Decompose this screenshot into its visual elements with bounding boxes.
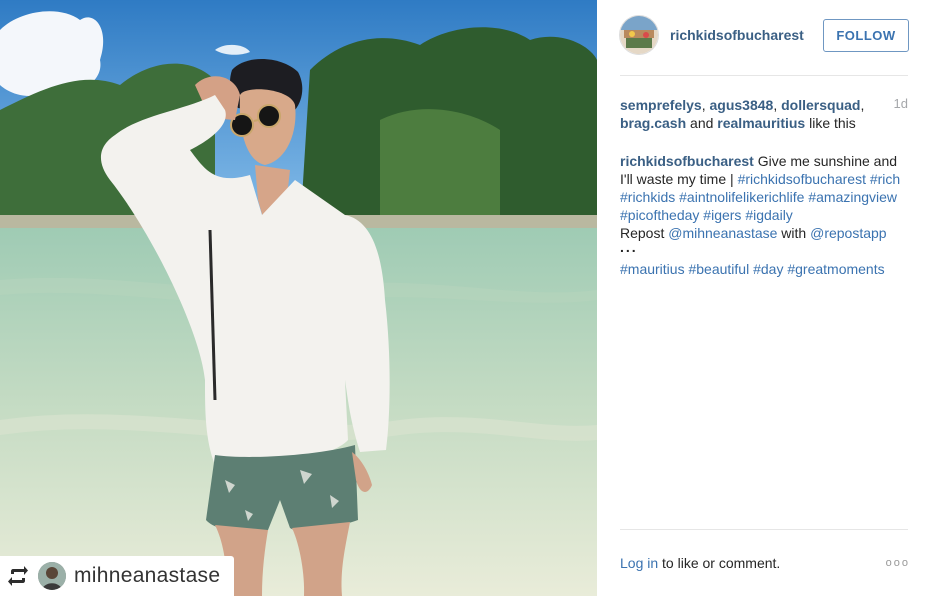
post-caption: richkidsofbucharest Give me sunshine and… xyxy=(620,152,910,278)
more-options-button[interactable]: ooo xyxy=(886,557,910,569)
repost-icon xyxy=(8,566,28,586)
hashtag-link[interactable]: #igers xyxy=(703,207,741,223)
beach-photo xyxy=(0,0,597,596)
follow-button[interactable]: FOLLOW xyxy=(823,18,909,52)
login-link[interactable]: Log in xyxy=(620,555,658,571)
hashtag-link[interactable]: #beautiful xyxy=(688,261,749,277)
caption-dots: ... xyxy=(620,239,638,255)
hashtag-link[interactable]: #rich xyxy=(870,171,900,187)
post-footer: Log in to like or comment. ooo xyxy=(620,555,910,571)
footer-divider xyxy=(620,529,908,530)
hashtag-link[interactable]: #igdaily xyxy=(745,207,792,223)
hashtag-link[interactable]: #mauritius xyxy=(620,261,685,277)
liker-link[interactable]: dollersquad xyxy=(781,97,860,113)
liker-link[interactable]: agus3848 xyxy=(710,97,774,113)
hashtag-link[interactable]: #aintnolifelikerichlife xyxy=(679,189,804,205)
login-prompt-text: to like or comment. xyxy=(658,555,781,571)
hashtag-link[interactable]: #picoftheday xyxy=(620,207,699,223)
liker-link[interactable]: realmauritius xyxy=(717,115,805,131)
account-name[interactable]: richkidsofbucharest xyxy=(670,27,804,43)
hashtag-link[interactable]: #richkids xyxy=(620,189,675,205)
liker-link[interactable]: semprefelys xyxy=(620,97,702,113)
hashtag-link[interactable]: #richkidsofbucharest xyxy=(738,171,866,187)
mention-link[interactable]: @repostapp xyxy=(810,225,886,241)
post-side-panel: richkidsofbucharest FOLLOW semprefelys, … xyxy=(597,0,925,596)
repost-badge[interactable]: mihneanastase xyxy=(0,556,235,596)
liker-link[interactable]: brag.cash xyxy=(620,115,686,131)
post-photo[interactable]: mihneanastase xyxy=(0,0,597,596)
hashtag-link[interactable]: #greatmoments xyxy=(787,261,884,277)
hashtag-link[interactable]: #day xyxy=(753,261,783,277)
with-word: with xyxy=(777,225,811,241)
post-header: richkidsofbucharest FOLLOW xyxy=(619,14,909,56)
hashtag-link[interactable]: #amazingview xyxy=(808,189,897,205)
caption-username[interactable]: richkidsofbucharest xyxy=(620,153,754,169)
likes-line: semprefelys, agus3848, dollersquad, brag… xyxy=(620,97,865,131)
mention-link[interactable]: @mihneanastase xyxy=(668,225,777,241)
post-time[interactable]: 1d xyxy=(894,96,908,111)
reposter-handle: mihneanastase xyxy=(74,564,221,587)
account-avatar[interactable] xyxy=(619,15,659,55)
reposter-avatar xyxy=(38,562,66,590)
header-divider xyxy=(620,75,908,76)
